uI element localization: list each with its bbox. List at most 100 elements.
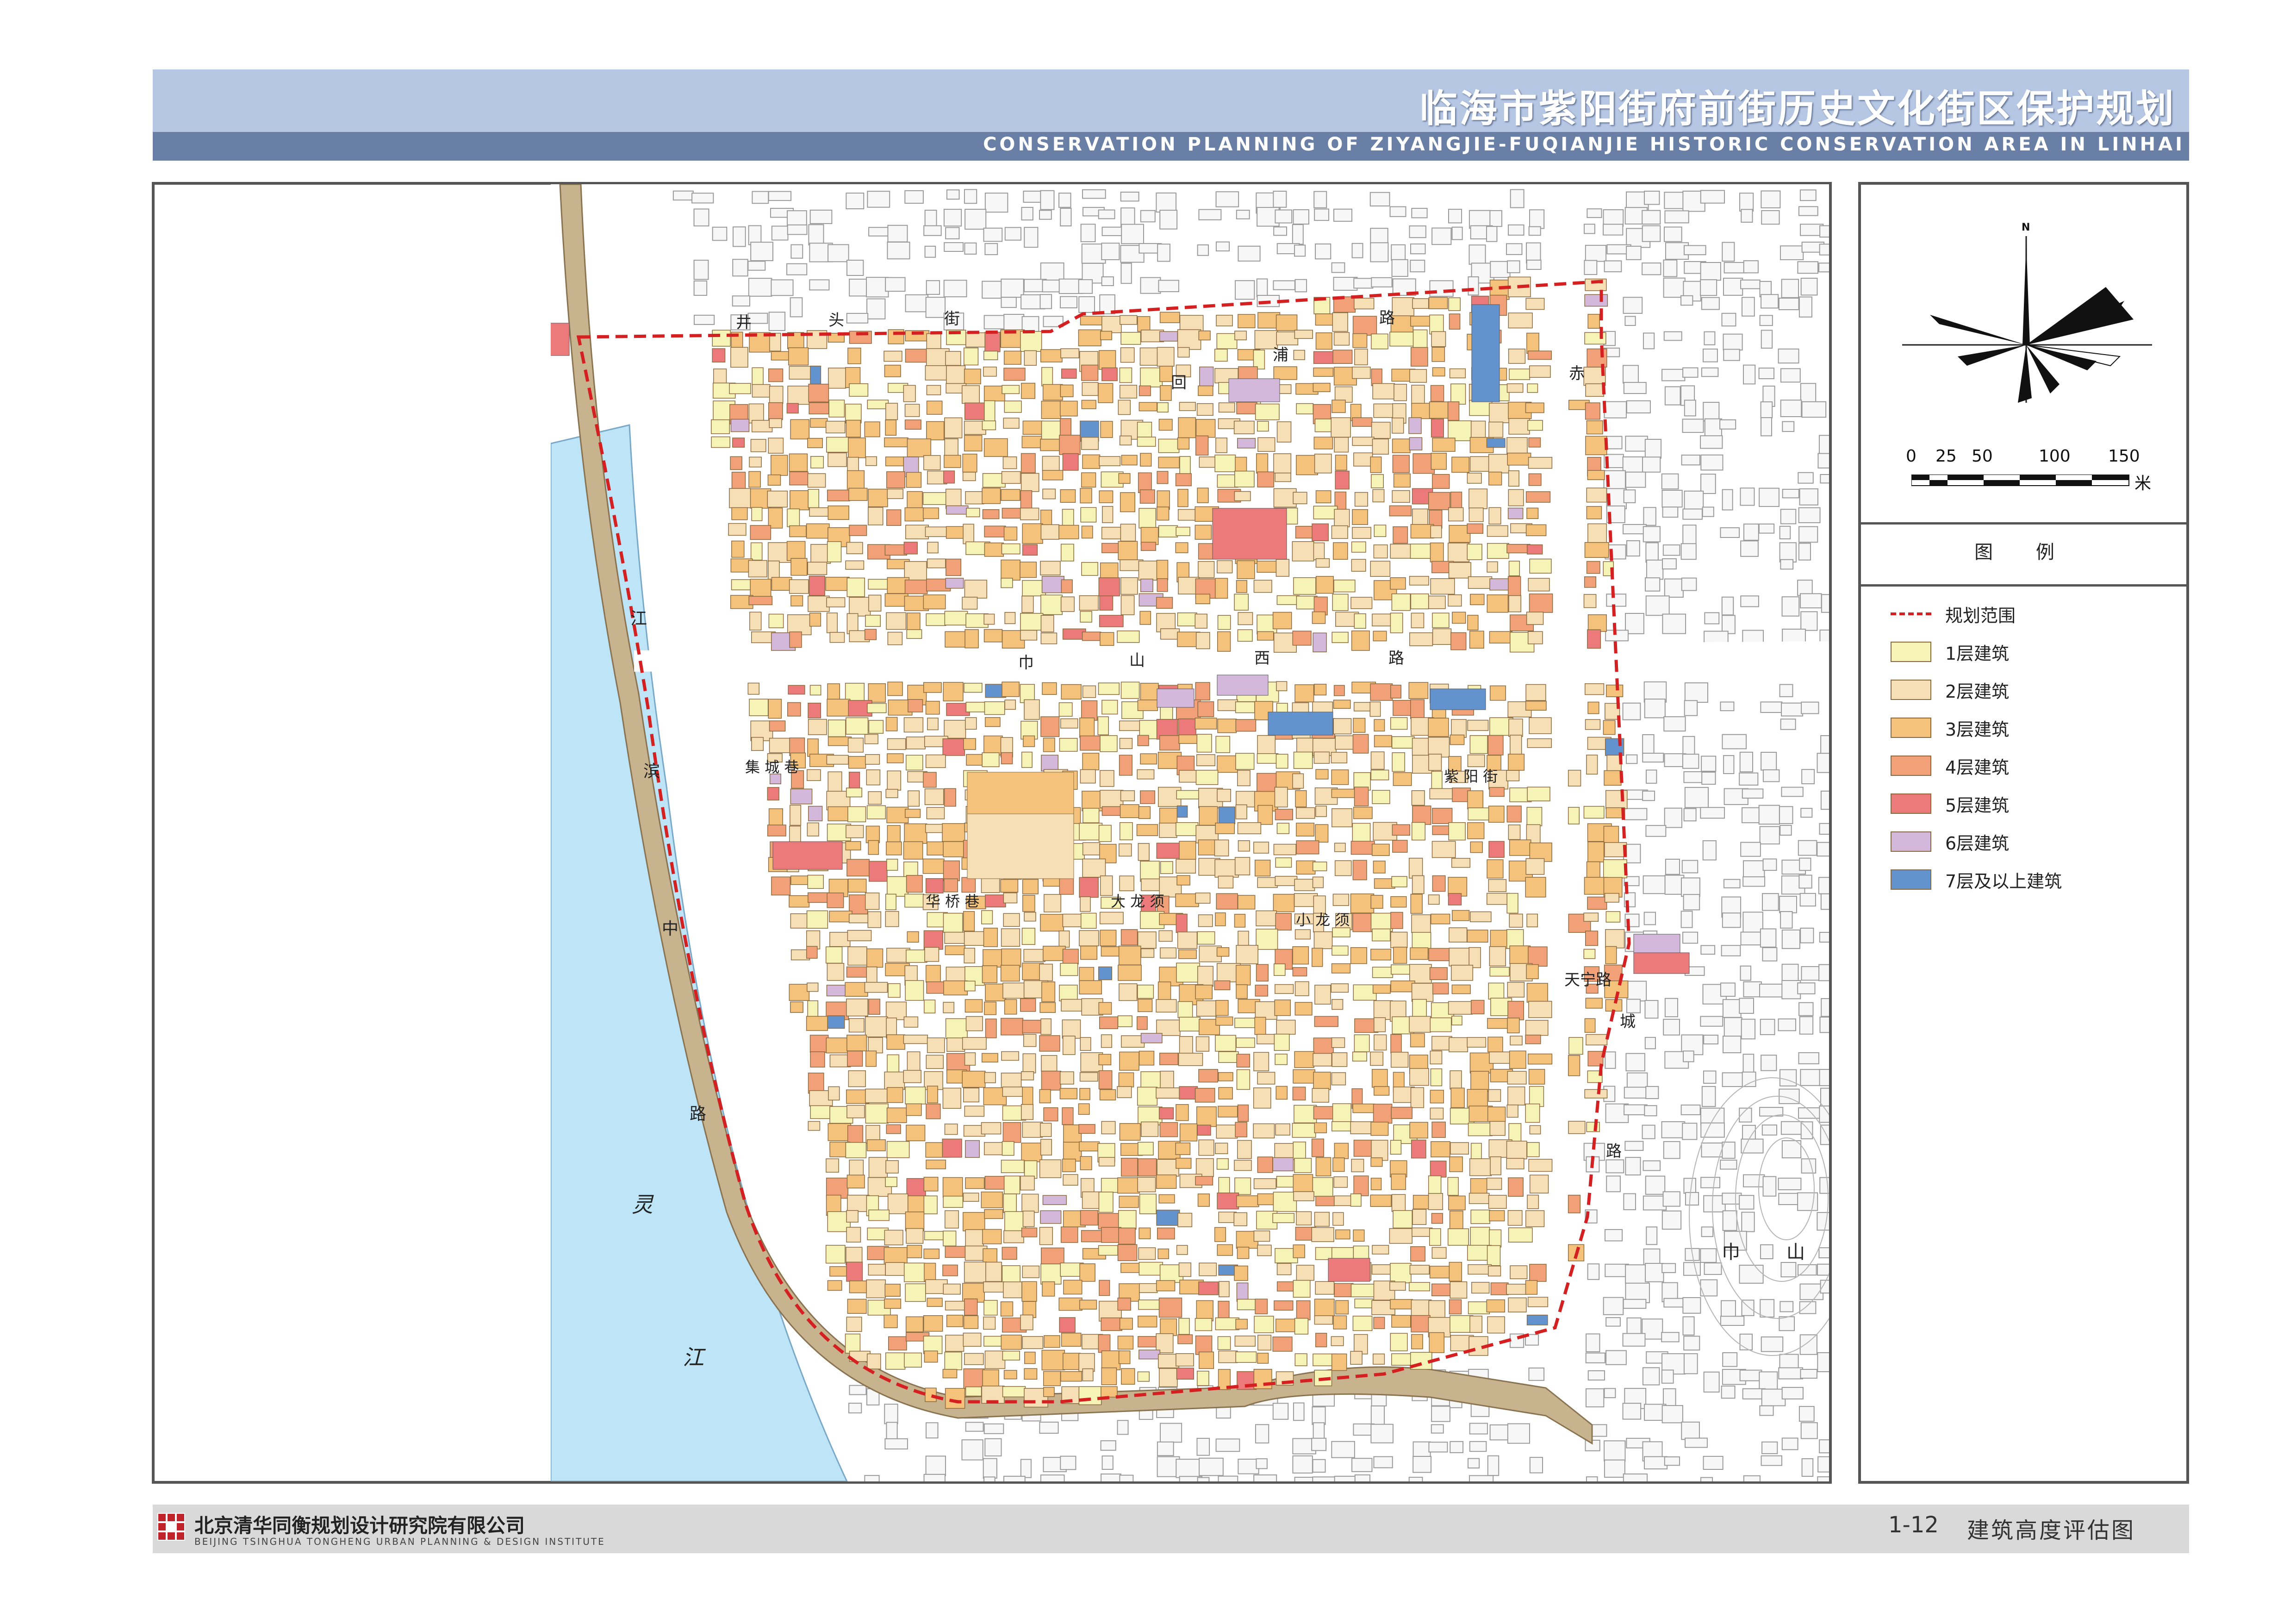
- building: [1390, 1333, 1408, 1351]
- building: [1021, 751, 1033, 768]
- building: [1526, 1142, 1540, 1157]
- building: [1700, 1107, 1725, 1125]
- building: [1080, 1156, 1092, 1170]
- building: [1743, 523, 1759, 541]
- building: [1157, 490, 1170, 510]
- building: [1370, 1194, 1392, 1207]
- building: [1020, 1314, 1033, 1330]
- building: [1526, 612, 1544, 625]
- building: [1002, 1247, 1017, 1260]
- building: [1178, 417, 1196, 438]
- building: [747, 261, 766, 271]
- building: [1352, 316, 1377, 336]
- building: [1724, 262, 1747, 274]
- building: [1257, 421, 1269, 432]
- building: [1175, 893, 1199, 907]
- building: [1587, 614, 1607, 632]
- building: [1081, 472, 1096, 488]
- building: [1079, 1088, 1090, 1100]
- building: [1740, 540, 1759, 557]
- building: [1315, 824, 1329, 843]
- building: [1605, 946, 1617, 964]
- building: [1391, 1315, 1411, 1328]
- building: [1080, 912, 1097, 929]
- building: [886, 1141, 910, 1158]
- building: [1585, 931, 1599, 946]
- building: [1235, 804, 1247, 819]
- building: [1100, 421, 1113, 438]
- building: [1429, 401, 1450, 419]
- building: [1274, 1300, 1294, 1311]
- building: [1468, 1264, 1492, 1275]
- building: [1137, 769, 1155, 780]
- building: [963, 1212, 985, 1231]
- building: [923, 455, 941, 470]
- building: [1350, 597, 1373, 609]
- building: [923, 1195, 938, 1214]
- building: [1431, 1213, 1444, 1224]
- building: [1313, 382, 1331, 392]
- building: [849, 1159, 864, 1177]
- building: [1680, 543, 1697, 560]
- building: [1798, 1002, 1814, 1016]
- building: [1723, 349, 1740, 361]
- building: [1780, 911, 1793, 929]
- building: [1568, 769, 1581, 787]
- building: [1177, 1001, 1193, 1018]
- building: [693, 208, 709, 227]
- building: [1451, 226, 1463, 240]
- building: [1372, 984, 1391, 994]
- building: [868, 594, 882, 612]
- building: [1312, 1177, 1333, 1197]
- building: [1333, 1176, 1348, 1188]
- building: [868, 488, 888, 507]
- building: [1080, 1037, 1091, 1051]
- building: [1371, 1069, 1388, 1088]
- building: [1605, 999, 1623, 1012]
- building: [1118, 400, 1131, 415]
- label-river: 灵: [632, 1192, 654, 1217]
- building: [1489, 1121, 1506, 1136]
- building: [1062, 1019, 1081, 1039]
- building: [884, 1404, 898, 1424]
- building: [1449, 368, 1466, 379]
- building: [1081, 525, 1093, 539]
- building: [1739, 998, 1754, 1014]
- building: [1236, 1282, 1249, 1302]
- building: [1273, 1192, 1297, 1212]
- building: [1179, 1017, 1201, 1032]
- building: [845, 982, 868, 997]
- building: [1314, 208, 1330, 221]
- building: [965, 1016, 983, 1031]
- building: [849, 913, 870, 924]
- building: [1350, 1121, 1373, 1134]
- building: [1023, 949, 1045, 962]
- building: [1703, 1455, 1724, 1470]
- building: [1623, 382, 1647, 394]
- building: [1468, 1301, 1490, 1314]
- building: [1468, 576, 1493, 589]
- building: [1177, 489, 1188, 507]
- building: [1685, 1192, 1699, 1206]
- building: [1448, 507, 1464, 522]
- building: [1487, 1037, 1503, 1053]
- building: [846, 1174, 865, 1189]
- building: [1409, 1122, 1428, 1139]
- building: [1391, 736, 1415, 749]
- building: [966, 507, 980, 518]
- building: [1797, 1264, 1817, 1276]
- building: [1118, 473, 1131, 484]
- building: [847, 347, 861, 364]
- building: [1800, 277, 1818, 296]
- building: [1274, 999, 1291, 1016]
- building: [1195, 1087, 1215, 1103]
- building: [1295, 807, 1315, 819]
- building: [1002, 982, 1027, 999]
- building: [1140, 367, 1163, 387]
- building: [827, 489, 850, 501]
- district-map[interactable]: 灵 江 江 滨 中 路 井 头 街 回 浦 路 巾 山 西 路 赤 城 路 天宁…: [551, 184, 1829, 1481]
- building: [1022, 1336, 1044, 1349]
- label-road-jinshan: 西: [1254, 649, 1270, 668]
- building: [1160, 628, 1180, 640]
- building: [1062, 453, 1079, 471]
